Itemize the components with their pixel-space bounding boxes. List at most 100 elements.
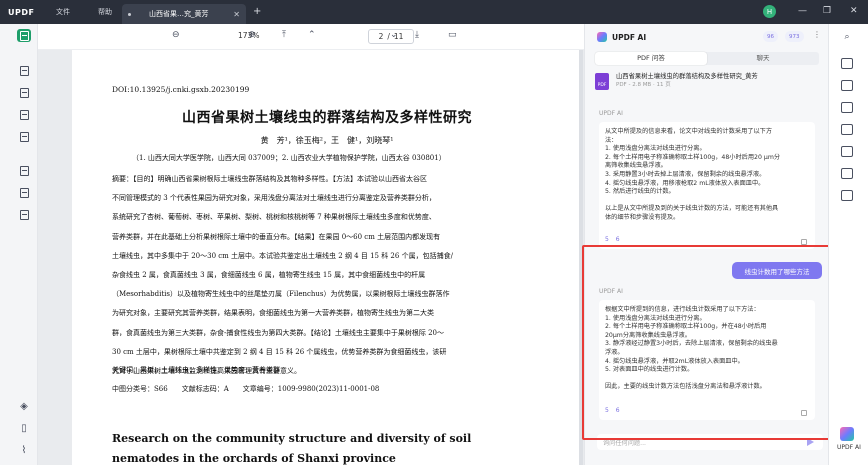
vertical-scrollbar[interactable]: [579, 50, 583, 465]
attachment-icon[interactable]: ⌇: [17, 444, 31, 457]
answer-line: 5. 对表面皿中的线虫进行计数。: [605, 366, 694, 374]
answer-line: 1. 使用浅盘分离法对线虫进行分离。: [605, 314, 706, 322]
search-icon[interactable]: ⌕: [841, 31, 853, 42]
comment-icon[interactable]: [17, 64, 31, 77]
answer-references: 5 6: [605, 407, 625, 416]
zoom-out-icon[interactable]: ⊖: [172, 30, 180, 40]
abstract-line: 群，食真菌线虫为第三大类群，杂食-捕食性线虫为第四大类群。【结论】土壤线虫主要集…: [112, 328, 444, 337]
new-tab-button[interactable]: +: [253, 6, 261, 17]
compress-icon[interactable]: [841, 102, 853, 113]
abstract-line: 土壤线虫，其中多集中于 20～30 cm 土层中。本试验共鉴定出土壤线虫 2 纲…: [112, 251, 453, 260]
abstract-line: 为研究对象，主要研究其营养类群，结果表明，食细菌线虫为第一大营养类群，植物寄生线…: [112, 309, 434, 318]
ai-answer-2: 根据文中所提到的信息，进行线虫计数采用了以下方法： 1. 使用浅盘分离法对线虫进…: [599, 300, 815, 420]
edit-pdf-icon[interactable]: [17, 86, 31, 99]
paper-authors: 黄 芳¹，徐玉梅²，王 健¹，刘晓琴¹: [260, 136, 394, 145]
file-card: PDF 山西省果树土壤线虫的群落结构及多样性研究_黄芳 PDF - 2.8 MB…: [595, 72, 819, 100]
zoom-in-icon[interactable]: ⊕: [248, 30, 256, 40]
answer-line: 3. 静浮液经过静置3小时后，去除上层清液，保留剩余的线虫悬: [605, 340, 778, 348]
paper-classification: 中图分类号：S66 文献标志码：A 文章编号：1009-9980(2023)11…: [112, 385, 380, 393]
convert-icon[interactable]: [841, 58, 853, 69]
maximize-icon[interactable]: ❐: [823, 6, 831, 16]
answer-line: 体的细节和步骤没有提及。: [605, 213, 680, 221]
tab-chat[interactable]: 聊天: [707, 52, 819, 65]
reference-link[interactable]: 6: [616, 236, 620, 243]
protect-icon[interactable]: [17, 186, 31, 199]
document-tab[interactable]: 山西省果…究_黄芳 ✕: [122, 4, 246, 24]
send-icon[interactable]: [807, 438, 814, 446]
tab-pdf-qa[interactable]: PDF 问答: [595, 52, 707, 65]
answer-line: 因此，主要的线虫计数方法包括浅盘分离法和悬浮液计数。: [605, 383, 766, 391]
left-toolbar: ◈ ▯ ⌇: [0, 24, 38, 465]
file-name: 山西省果树土壤线虫的群落结构及多样性研究_黄芳: [616, 73, 758, 80]
ai-question-input[interactable]: 询问任何问题...: [597, 434, 823, 450]
ai-response-label: UPDF AI: [599, 110, 623, 117]
bookmark-icon[interactable]: ▯: [17, 422, 31, 435]
avatar[interactable]: H: [763, 5, 776, 18]
abstract-line: 系统研究了杏树、葡萄树、枣树、苹果树、梨树、桃树和核桃树等 7 种果树根际土壤线…: [112, 213, 436, 222]
protect-icon[interactable]: [841, 124, 853, 135]
copy-icon[interactable]: [801, 410, 807, 416]
previous-page-icon[interactable]: ⌃: [308, 30, 316, 40]
reference-link[interactable]: 5: [605, 407, 609, 414]
pdf-page: DOI:10.13925/j.cnki.gsxb.20230199 山西省果树土…: [72, 50, 582, 465]
layers-icon[interactable]: ◈: [17, 400, 31, 413]
close-window-icon[interactable]: ✕: [850, 6, 858, 16]
title-bar: UPDF 文件 帮助 山西省果…究_黄芳 ✕ + H — ❐ ✕: [0, 0, 868, 24]
answer-line: 离筛收集线虫悬浮液。: [605, 162, 667, 170]
abstract-line: 30 cm 土层中，果树根际土壤中共鉴定到 2 纲 4 目 15 科 26 个属…: [112, 347, 447, 356]
document-viewer[interactable]: DOI:10.13925/j.cnki.gsxb.20230199 山西省果树土…: [38, 50, 584, 465]
answer-references: 5 6: [605, 236, 625, 245]
answer-line: 2. 每个土样用电子称准确称取土样100g，并在48小时后用: [605, 323, 767, 331]
paper-title-zh: 山西省果树土壤线虫的群落结构及多样性研究: [182, 110, 472, 126]
menu-help[interactable]: 帮助: [84, 7, 126, 17]
answer-line: 法：: [605, 136, 618, 144]
abstract-line: （Mesorhabditis）以及植物寄生线虫中的丝尾垫刃属（Filenchus…: [112, 290, 450, 299]
abstract-line: 不同管理模式的 3 个代表性果园为研究对象，采用浅盘分离法对土壤线虫进行分离鉴定…: [112, 194, 436, 203]
updf-ai-icon[interactable]: [840, 427, 854, 441]
mail-icon[interactable]: [841, 168, 853, 179]
document-tab-title: 山西省果…究_黄芳: [149, 10, 209, 18]
copy-icon[interactable]: [801, 239, 807, 245]
answer-line: 从文中所提及的信息来看，论文中对线虫的计数采用了以下方: [605, 128, 773, 135]
doi: DOI:10.13925/j.cnki.gsxb.20230199: [112, 85, 250, 94]
save-icon[interactable]: [841, 190, 853, 201]
minimize-icon[interactable]: —: [798, 6, 807, 16]
answer-line: 以上是从文中所提及到的关于线虫计数的方法，可能还有其他具: [605, 205, 779, 213]
convert-icon[interactable]: [17, 130, 31, 143]
share-icon[interactable]: [841, 146, 853, 157]
answer-line: 4. 摇匀线虫悬浮液，用移液枪取2 mL液体放入表面皿中。: [605, 179, 765, 187]
updf-ai-logo-icon: [597, 32, 607, 42]
close-tab-icon[interactable]: ✕: [233, 10, 240, 19]
reader-icon[interactable]: [17, 29, 31, 42]
form-icon[interactable]: [17, 164, 31, 177]
ocr-icon[interactable]: [841, 80, 853, 91]
organize-pages-icon[interactable]: [17, 108, 31, 121]
last-page-icon[interactable]: ⤓: [415, 30, 419, 40]
usage-badge: 973: [785, 31, 804, 42]
ai-response-label: UPDF AI: [599, 288, 623, 295]
reference-link[interactable]: 5: [605, 236, 609, 243]
ai-panel-title: UPDF AI: [612, 32, 647, 42]
tab-dot-icon: [128, 12, 131, 16]
batch-icon[interactable]: [17, 208, 31, 221]
app-logo: UPDF: [8, 7, 35, 17]
menu-file[interactable]: 文件: [42, 7, 84, 17]
ai-answer-1: 从文中所提及的信息来看，论文中对线虫的计数采用了以下方 法： 1. 使用浅盘分离…: [599, 122, 815, 249]
next-page-icon[interactable]: ⌄: [390, 30, 398, 40]
updf-ai-label: UPDF AI: [837, 444, 861, 451]
answer-line: 5. 然后进行线虫的计数。: [605, 188, 675, 196]
reference-link[interactable]: 6: [616, 407, 620, 414]
answer-line: 4. 摇匀线虫悬浮液，并取2mL液体放入表面皿中。: [605, 357, 744, 365]
ai-panel: UPDF AI 96 973 ⋮ PDF 问答 聊天 PDF 山西省果树土壤线虫…: [584, 24, 828, 465]
right-toolbar: ⌕ UPDF AI: [828, 24, 868, 465]
credit-badge: 96: [763, 31, 778, 42]
first-page-icon[interactable]: ⤒: [282, 30, 286, 40]
paper-abstract: 摘要：【目的】明确山西省果树根际土壤线虫群落结构及其物种多样性。【方法】本试验以…: [112, 170, 522, 381]
paper-title-en: Research on the community structure and …: [112, 432, 472, 465]
abstract-line: 杂食线虫 2 属，食真菌线虫 3 属，食细菌线虫 6 属，植物寄生线虫 15 属…: [112, 271, 426, 280]
more-options-icon[interactable]: ⋮: [813, 30, 821, 39]
present-icon[interactable]: ▭: [448, 30, 457, 40]
answer-line: 浮液。: [605, 348, 624, 356]
page-current[interactable]: 2: [379, 32, 384, 41]
answer-line: 根据文中所提到的信息，进行线虫计数采用了以下方法：: [605, 306, 760, 313]
